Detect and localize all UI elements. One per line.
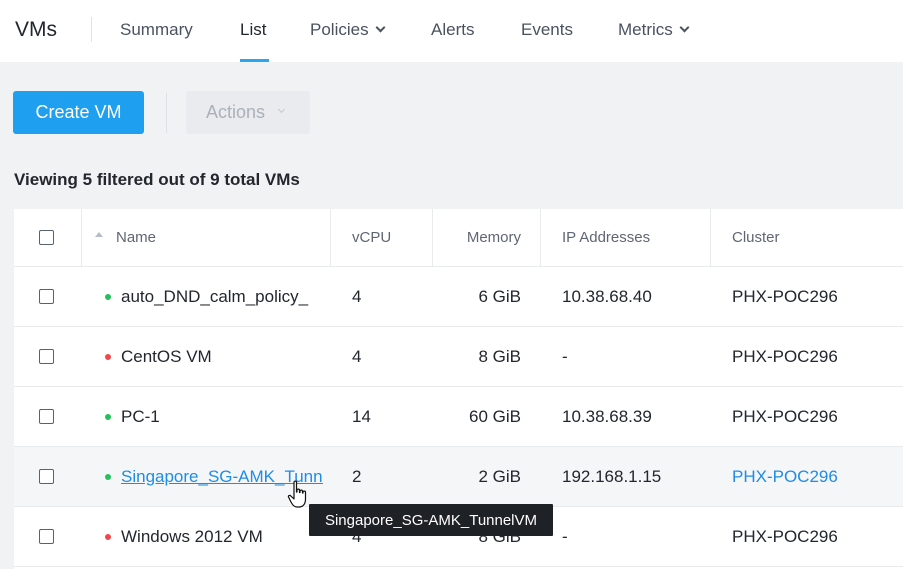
- memory-cell: 60 GiB: [469, 406, 521, 426]
- memory-cell: 6 GiB: [478, 286, 521, 306]
- row-checkbox[interactable]: [39, 349, 54, 364]
- cluster-cell: PHX-POC296: [732, 526, 838, 546]
- vm-name: auto_DND_calm_policy_: [121, 286, 309, 306]
- ip-cell: -: [562, 526, 568, 546]
- column-header-ip[interactable]: IP Addresses: [562, 209, 712, 266]
- tab-metrics-label: Metrics: [618, 20, 673, 39]
- table-row[interactable]: PC-1 14 60 GiB 10.38.68.39 PHX-POC296: [14, 387, 903, 447]
- active-tab-indicator: [240, 59, 269, 62]
- table-header: Name vCPU Memory IP Addresses Cluster: [14, 209, 903, 267]
- cluster-cell: PHX-POC296: [732, 406, 838, 426]
- tab-policies[interactable]: Policies: [310, 20, 386, 40]
- column-header-name[interactable]: Name: [95, 209, 325, 266]
- actions-label: Actions: [206, 102, 266, 122]
- ip-cell: -: [562, 346, 568, 366]
- vcpu-cell: 14: [352, 406, 371, 426]
- table-row[interactable]: Singapore_SG-AMK_TunnelVM 2 2 GiB 192.16…: [14, 447, 903, 507]
- page-title: VMs: [15, 18, 57, 41]
- tab-policies-label: Policies: [310, 20, 369, 39]
- ip-cell: 192.168.1.15: [562, 466, 662, 486]
- hand-cursor-icon: [287, 480, 307, 508]
- cluster-cell: PHX-POC296: [732, 346, 838, 366]
- vm-name-cell[interactable]: Windows 2012 VM: [105, 507, 323, 566]
- column-header-cluster[interactable]: Cluster: [732, 209, 902, 266]
- memory-cell: 8 GiB: [478, 346, 521, 366]
- row-checkbox[interactable]: [39, 529, 54, 544]
- sort-ascending-icon: [95, 232, 103, 237]
- vm-name-cell[interactable]: CentOS VM: [105, 327, 323, 386]
- memory-cell: 2 GiB: [478, 466, 521, 486]
- table-row[interactable]: CentOS VM 4 8 GiB - PHX-POC296: [14, 327, 903, 387]
- status-on-icon: [105, 293, 111, 300]
- column-header-name-label: Name: [116, 229, 157, 246]
- chevron-down-icon: [375, 22, 386, 33]
- nav-divider: [91, 17, 92, 42]
- vm-name: PC-1: [121, 406, 160, 426]
- vm-name: CentOS VM: [121, 346, 212, 366]
- column-divider: [710, 209, 711, 267]
- status-off-icon: [105, 533, 111, 540]
- tab-list[interactable]: List: [240, 20, 266, 40]
- toolbar-divider: [166, 93, 167, 133]
- column-header-memory[interactable]: Memory: [433, 209, 521, 266]
- vm-name: Windows 2012 VM: [121, 526, 263, 546]
- chevron-down-icon: [679, 22, 690, 33]
- vcpu-cell: 2: [352, 466, 362, 486]
- vcpu-cell: 4: [352, 286, 362, 306]
- table-row[interactable]: auto_DND_calm_policy_ 4 6 GiB 10.38.68.4…: [14, 267, 903, 327]
- column-divider: [540, 209, 541, 267]
- actions-dropdown[interactable]: Actions: [186, 91, 310, 134]
- tab-alerts[interactable]: Alerts: [431, 20, 474, 40]
- row-checkbox[interactable]: [39, 409, 54, 424]
- filter-summary: Viewing 5 filtered out of 9 total VMs: [14, 170, 300, 189]
- column-divider: [81, 209, 82, 267]
- top-nav: VMs Summary List Policies Alerts Events …: [0, 0, 903, 62]
- status-on-icon: [105, 473, 111, 480]
- column-header-vcpu[interactable]: vCPU: [352, 209, 432, 266]
- row-checkbox[interactable]: [39, 289, 54, 304]
- chevron-down-icon: [277, 105, 286, 114]
- cluster-cell: PHX-POC296: [732, 286, 838, 306]
- select-all-checkbox[interactable]: [39, 230, 54, 245]
- vm-name-cell[interactable]: PC-1: [105, 387, 323, 446]
- tab-summary[interactable]: Summary: [120, 20, 193, 40]
- status-off-icon: [105, 353, 111, 360]
- vcpu-cell: 4: [352, 346, 362, 366]
- status-on-icon: [105, 413, 111, 420]
- row-checkbox[interactable]: [39, 469, 54, 484]
- cluster-link[interactable]: PHX-POC296: [732, 447, 902, 506]
- column-divider: [330, 209, 331, 267]
- vm-name-cell[interactable]: auto_DND_calm_policy_: [105, 267, 323, 326]
- ip-cell: 10.38.68.40: [562, 286, 652, 306]
- tab-metrics[interactable]: Metrics: [618, 20, 690, 40]
- tab-events[interactable]: Events: [521, 20, 573, 40]
- create-vm-button[interactable]: Create VM: [13, 91, 144, 134]
- name-tooltip: Singapore_SG-AMK_TunnelVM: [309, 504, 553, 536]
- ip-cell: 10.38.68.39: [562, 406, 652, 426]
